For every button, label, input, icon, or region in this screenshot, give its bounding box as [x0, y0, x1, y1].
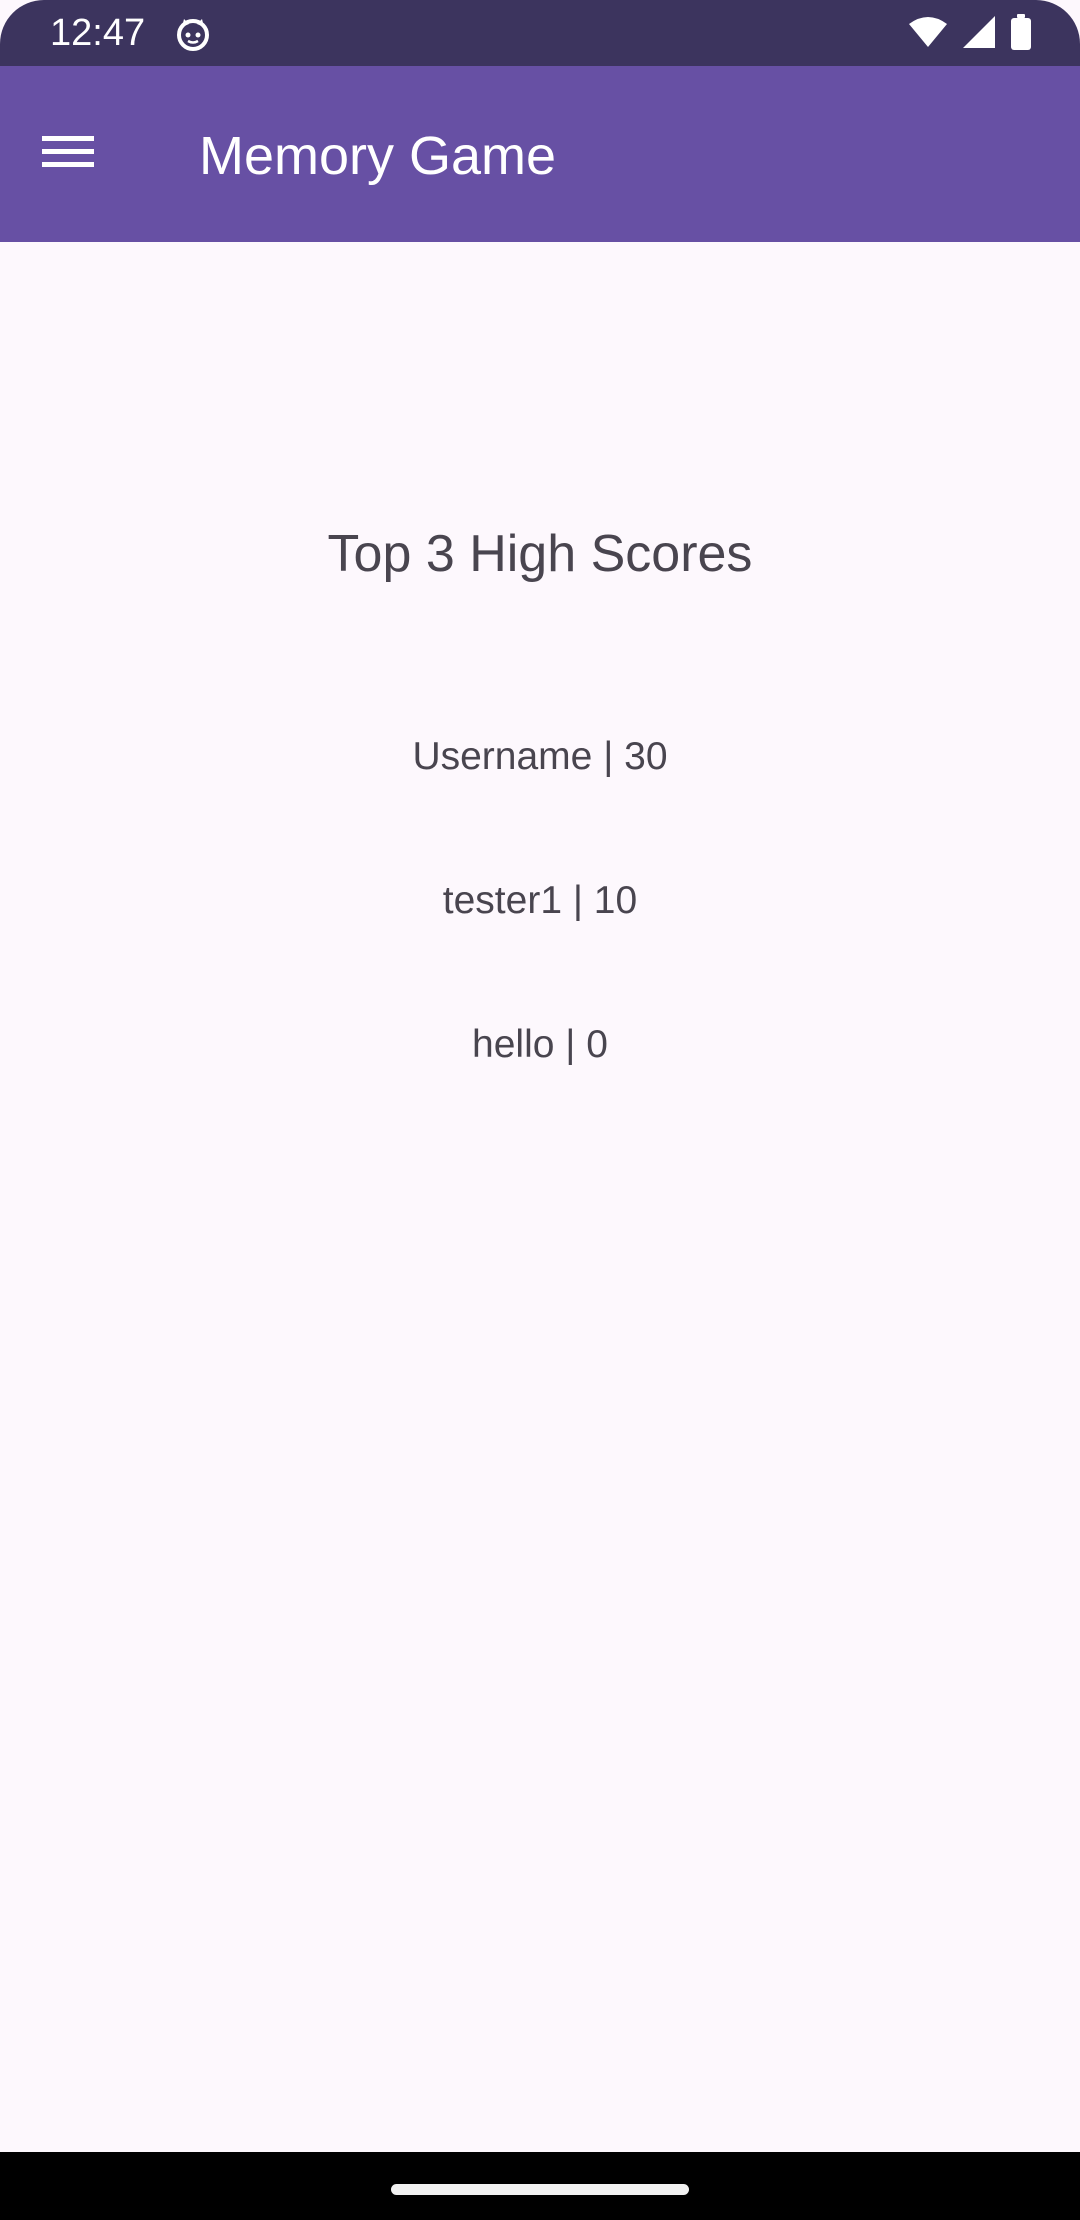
hamburger-menu-icon [42, 134, 94, 175]
score-entry: Username | 30 [412, 735, 668, 778]
wifi-icon [908, 16, 948, 53]
status-icons [908, 13, 1032, 55]
home-gesture-handle[interactable] [391, 2184, 689, 2195]
system-navigation-bar [0, 2152, 1080, 2220]
high-scores-content: Top 3 High Scores Username | 30 tester1 … [0, 242, 1080, 2152]
top-app-bar: Memory Game [0, 66, 1080, 242]
battery-icon [1010, 13, 1032, 55]
score-entry: hello | 0 [472, 1023, 608, 1066]
android-cat-icon [174, 15, 212, 53]
high-scores-heading: Top 3 High Scores [327, 525, 753, 583]
status-bar: 12:47 [0, 0, 1080, 66]
score-entry: tester1 | 10 [442, 879, 638, 922]
app-title: Memory Game [199, 126, 557, 186]
status-time: 12:47 [50, 12, 146, 54]
cellular-signal-icon [962, 15, 996, 54]
navigation-menu-button[interactable] [30, 116, 106, 192]
app-screen: 12:47 Memory Game Top 3 High Scores User… [0, 0, 1080, 2220]
